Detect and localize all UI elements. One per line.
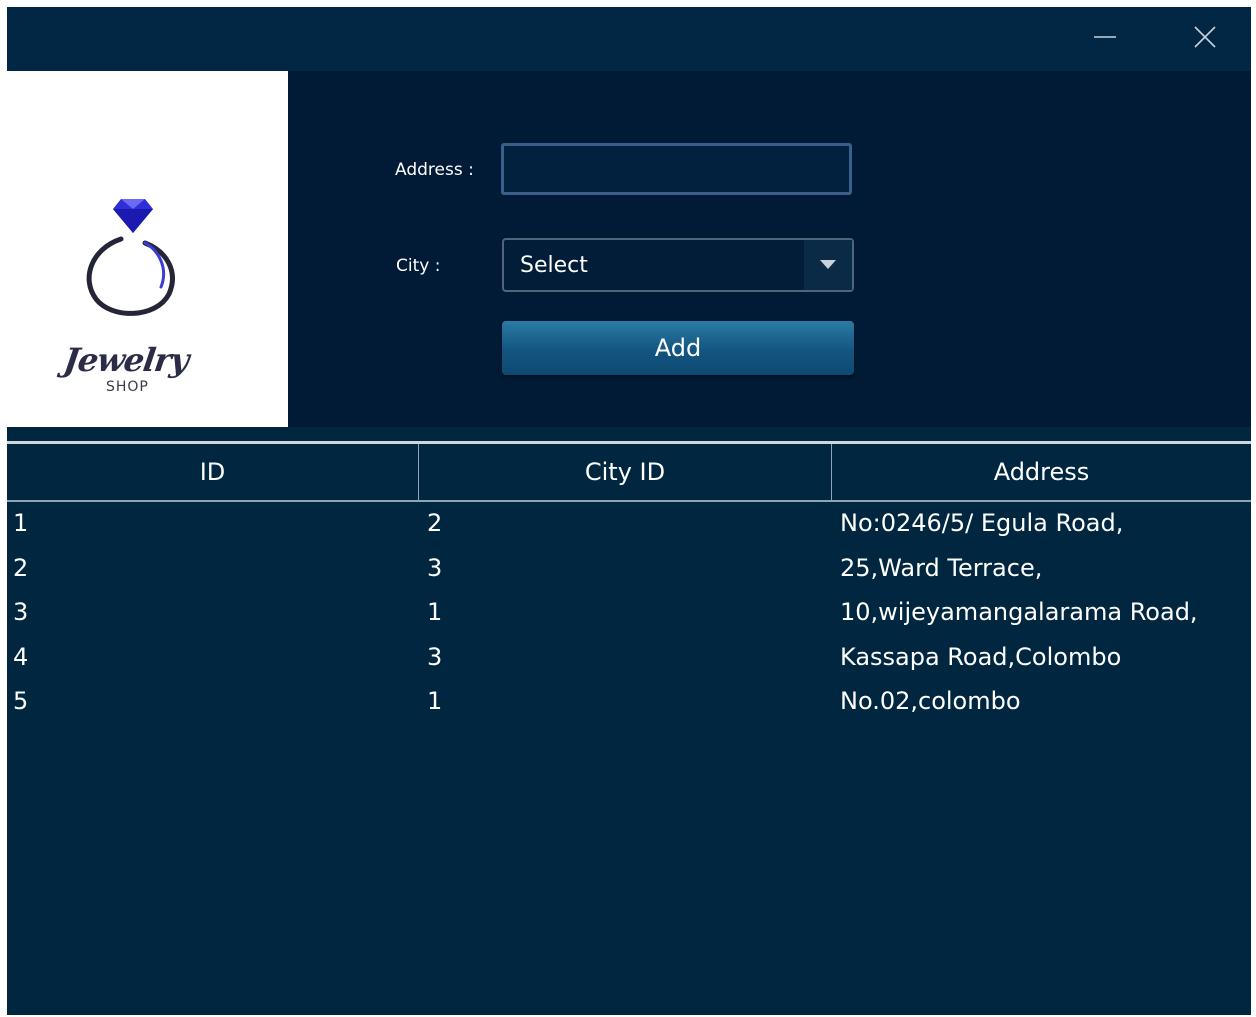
cell-city-id: 2 <box>427 509 443 537</box>
address-form: Address : City : Select Add <box>288 71 1251 427</box>
logo-text-main: Jewelry <box>61 341 191 379</box>
close-button[interactable] <box>1175 7 1235 67</box>
table-row[interactable]: 3 1 10,wijeyamangalarama Road, <box>7 591 1251 636</box>
close-icon <box>1194 26 1216 48</box>
cell-id: 1 <box>13 509 29 537</box>
minimize-button[interactable] <box>1075 7 1135 67</box>
cell-city-id: 1 <box>427 598 443 627</box>
table-row[interactable]: 1 2 No:0246/5/ Egula Road, <box>7 502 1251 547</box>
cell-id: 4 <box>13 642 29 671</box>
title-bar[interactable] <box>7 7 1251 71</box>
cell-id: 3 <box>13 598 29 627</box>
cell-address: No:0246/5/ Egula Road, <box>840 509 1124 537</box>
add-button[interactable]: Add <box>502 321 854 375</box>
logo-text: Jewelry SHOP <box>61 341 214 395</box>
cell-address: 10,wijeyamangalarama Road, <box>840 598 1198 627</box>
logo-panel: Jewelry SHOP <box>7 71 288 427</box>
cell-id: 5 <box>13 687 29 716</box>
table-body: 1 2 No:0246/5/ Egula Road, 2 3 25,Ward T… <box>7 502 1251 725</box>
cell-city-id: 3 <box>427 642 443 671</box>
cell-address: 25,Ward Terrace, <box>840 553 1043 582</box>
cell-address: Kassapa Road,Colombo <box>840 642 1122 671</box>
table-row[interactable]: 4 3 Kassapa Road,Colombo <box>7 636 1251 681</box>
cell-address: No.02,colombo <box>840 687 1021 716</box>
address-table: ID City ID Address 1 2 No:0246/5/ Egula … <box>7 441 1251 1015</box>
app-window: Jewelry SHOP Address : City : Select Add… <box>7 7 1251 1015</box>
minimize-icon <box>1094 36 1116 38</box>
cell-id: 2 <box>13 553 29 582</box>
ring-diamond-icon <box>86 199 175 316</box>
city-dropdown[interactable]: Select <box>502 238 854 292</box>
city-selected-value: Select <box>520 253 588 278</box>
column-header-address[interactable]: Address <box>832 444 1251 500</box>
table-row[interactable]: 2 3 25,Ward Terrace, <box>7 547 1251 592</box>
cell-city-id: 3 <box>427 553 443 582</box>
address-label: Address : <box>395 160 474 180</box>
cell-city-id: 1 <box>427 687 443 716</box>
column-header-city-id[interactable]: City ID <box>419 444 832 500</box>
city-label: City : <box>396 256 441 276</box>
chevron-down-icon <box>820 260 836 269</box>
logo-text-sub: SHOP <box>106 379 149 395</box>
table-header: ID City ID Address <box>7 444 1251 502</box>
dropdown-toggle[interactable] <box>804 240 852 290</box>
table-row[interactable]: 5 1 No.02,colombo <box>7 680 1251 725</box>
column-header-id[interactable]: ID <box>7 444 419 500</box>
address-input[interactable] <box>501 143 852 195</box>
